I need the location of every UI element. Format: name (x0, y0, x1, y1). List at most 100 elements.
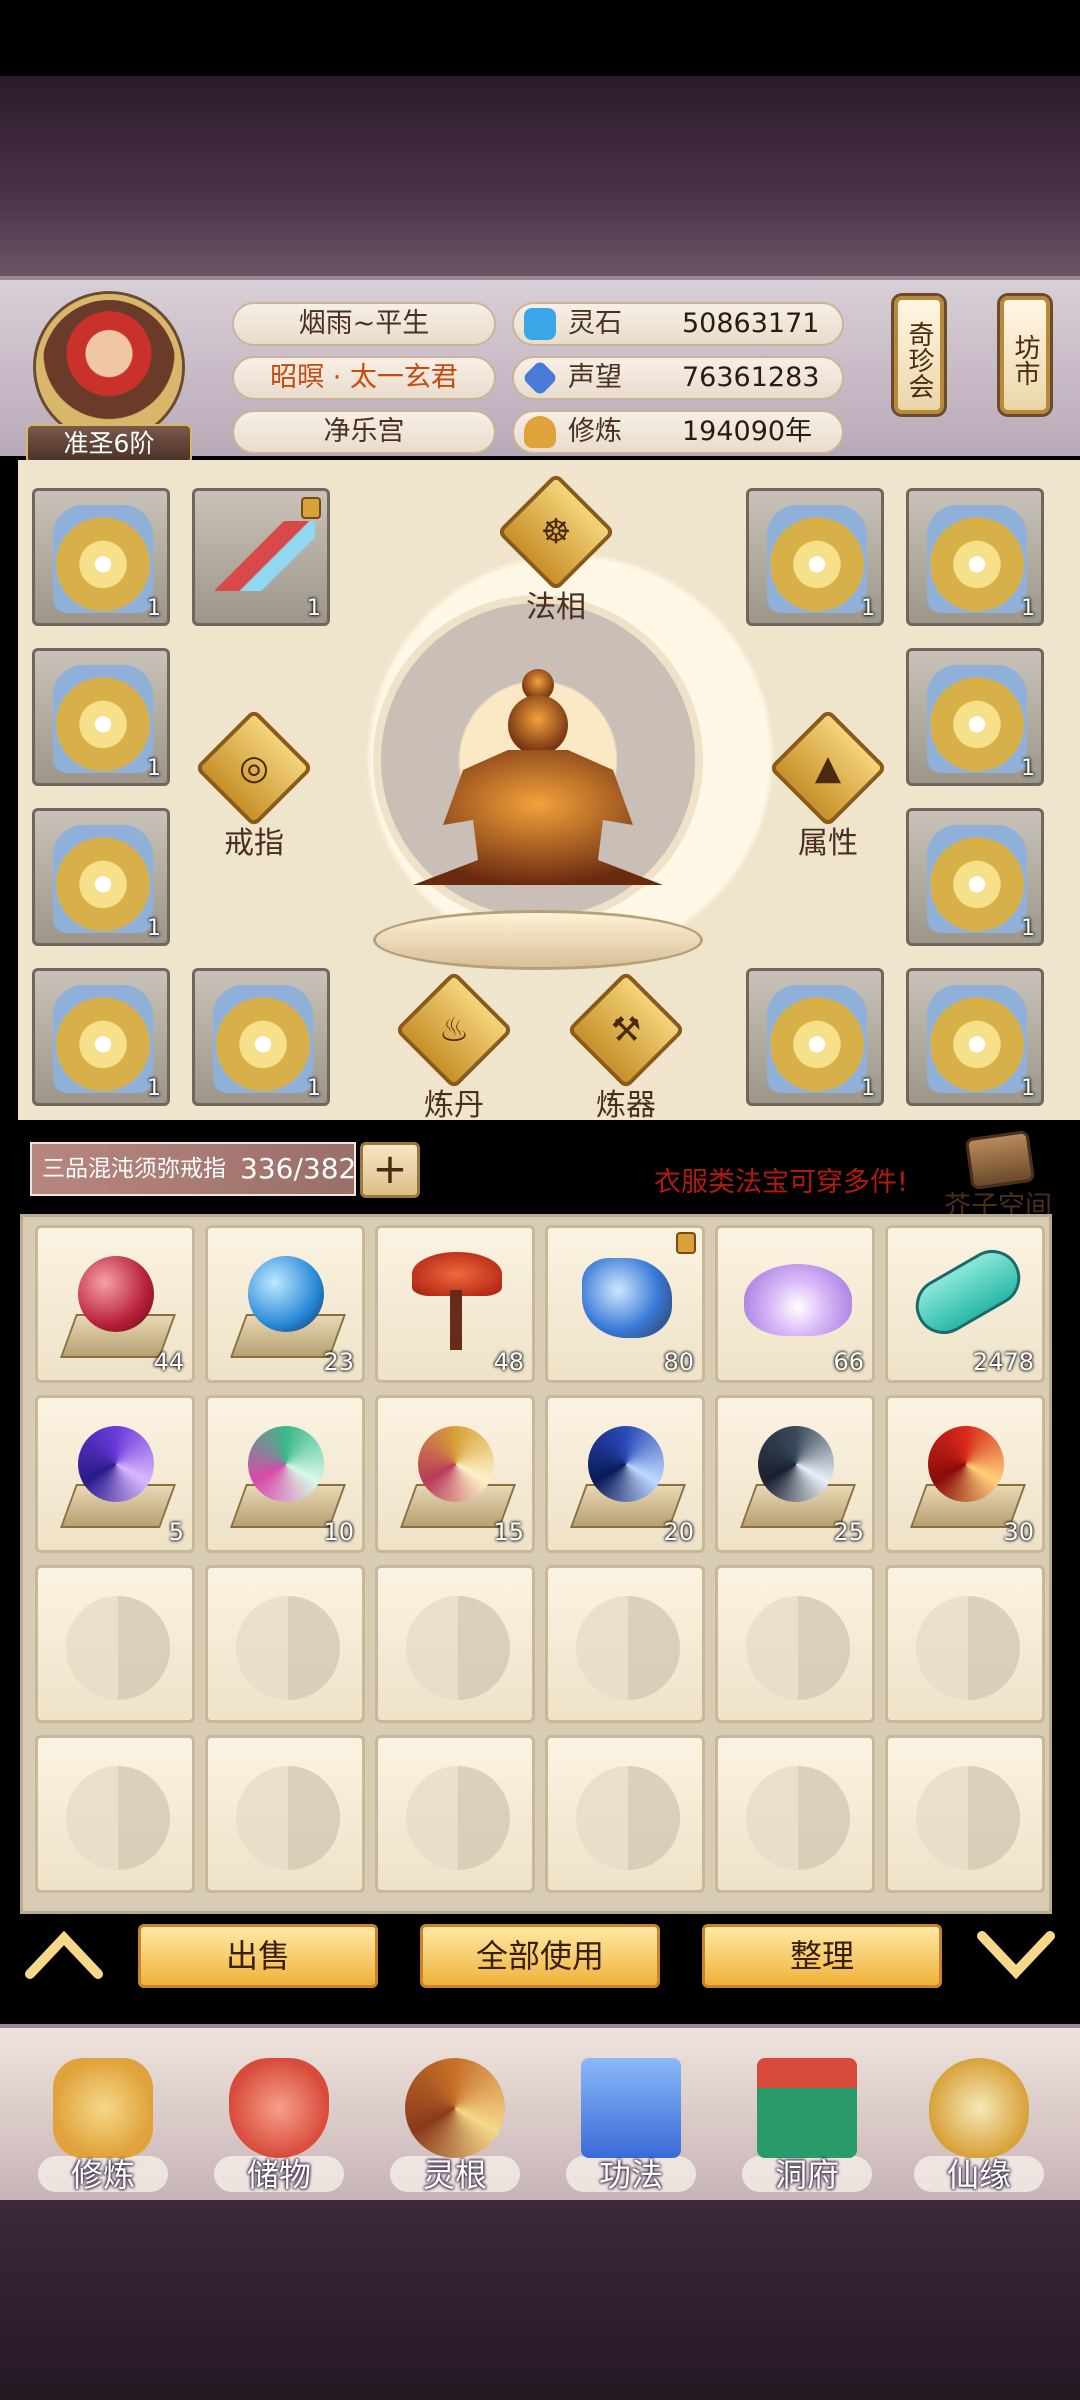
empty-slot[interactable] (715, 1735, 875, 1893)
equip-slot[interactable]: 1 (32, 968, 170, 1106)
empty-slot[interactable] (375, 1565, 535, 1723)
stat-label: 修炼 (568, 416, 622, 447)
inventory-slot[interactable]: 2478 (885, 1225, 1045, 1383)
golden-armor-icon (927, 665, 1027, 773)
empty-slot[interactable] (885, 1735, 1045, 1893)
lock-icon (301, 497, 321, 519)
inventory-slot[interactable]: 15 (375, 1395, 535, 1553)
item-quantity: 23 (323, 1348, 354, 1376)
meditation-icon: ☸ (540, 512, 572, 552)
item-quantity: 66 (833, 1348, 864, 1376)
faxiang-label: 法相 (526, 590, 586, 625)
cauldron-icon: ♨ (438, 1010, 470, 1050)
item-quantity: 1 (147, 916, 161, 941)
empty-slot[interactable] (375, 1735, 535, 1893)
ring-button[interactable]: ◎ 戒指 (194, 708, 314, 861)
item-quantity: 20 (663, 1518, 694, 1546)
item-quantity: 25 (833, 1518, 864, 1546)
equip-slot[interactable]: 1 (906, 648, 1044, 786)
player-title[interactable]: 昭暝 · 太一玄君 (232, 356, 496, 400)
equip-slot[interactable]: 1 (32, 488, 170, 626)
golden-armor-icon (53, 665, 153, 773)
empty-slot[interactable] (205, 1735, 365, 1893)
inventory-slot[interactable]: 44 (35, 1225, 195, 1383)
inventory-slot[interactable]: 20 (545, 1395, 705, 1553)
spirit-root-icon (405, 2058, 505, 2158)
anvil-icon: ⚒ (610, 1010, 642, 1050)
equip-slot[interactable]: 1 (32, 808, 170, 946)
empty-slot[interactable] (885, 1565, 1045, 1723)
scroll-up-arrow-icon[interactable] (24, 1928, 104, 1980)
equip-slot[interactable]: 1 (32, 648, 170, 786)
nav-cultivate[interactable]: 修炼 (18, 2028, 188, 2204)
nav-immortal-fate[interactable]: 仙缘 (894, 2028, 1064, 2204)
equip-slot[interactable]: 1 (746, 968, 884, 1106)
player-sect[interactable]: 净乐宫 (232, 410, 496, 454)
nav-storage[interactable]: 储物 (194, 2028, 364, 2204)
empty-slot[interactable] (205, 1565, 365, 1723)
yinyang-icon (406, 1766, 510, 1870)
nav-technique[interactable]: 功法 (546, 2028, 716, 2204)
organize-button[interactable]: 整理 (702, 1924, 942, 1988)
attributes-button[interactable]: ▲ 属性 (768, 708, 888, 861)
scroll-down-arrow-icon[interactable] (976, 1928, 1056, 1980)
empty-slot[interactable] (35, 1565, 195, 1723)
nav-label: 洞府 (774, 2156, 839, 2194)
treasure-fair-button[interactable]: 奇珍会 (894, 296, 944, 414)
equip-slot[interactable]: 1 (746, 488, 884, 626)
equip-slot[interactable]: 1 (192, 488, 330, 626)
status-bar (0, 0, 1080, 76)
reputation-crystal-icon (521, 359, 559, 397)
equip-slot[interactable]: 1 (906, 968, 1044, 1106)
golden-armor-icon (767, 985, 867, 1093)
inventory-slot[interactable]: 80 (545, 1225, 705, 1383)
equip-slot[interactable]: 1 (906, 488, 1044, 626)
empty-slot[interactable] (35, 1735, 195, 1893)
inventory-slot[interactable]: 5 (35, 1395, 195, 1553)
equip-slot[interactable]: 1 (906, 808, 1044, 946)
inventory-slot[interactable]: 66 (715, 1225, 875, 1383)
cave-abode-icon (757, 2058, 857, 2158)
equipment-panel: 1 1 1 1 1 1 1 1 1 1 1 1 ☸ 法相 ◎ 戒指 ▲ 属性 ♨… (18, 460, 1080, 1123)
ring-name: 三品混沌须弥戒指 (42, 1156, 226, 1182)
nav-label: 修炼 (70, 2156, 135, 2194)
market-button[interactable]: 坊市 (1000, 296, 1050, 414)
use-all-button[interactable]: 全部使用 (420, 1924, 660, 1988)
equip-slot[interactable]: 1 (192, 968, 330, 1106)
spirit-stone-stat: 灵石 50863171 (512, 302, 844, 346)
item-quantity: 30 (1003, 1518, 1034, 1546)
expand-capacity-button[interactable]: + (360, 1142, 420, 1198)
golden-armor-icon (927, 985, 1027, 1093)
item-quantity: 1 (147, 756, 161, 781)
empty-slot[interactable] (545, 1735, 705, 1893)
nav-cave-abode[interactable]: 洞府 (722, 2028, 892, 2204)
cultivate-icon (53, 2058, 153, 2158)
nav-spirit-root[interactable]: 灵根 (370, 2028, 540, 2204)
inventory-slot[interactable]: 10 (205, 1395, 365, 1553)
player-avatar[interactable]: 准圣6阶 (26, 294, 192, 464)
item-quantity: 1 (1021, 756, 1035, 781)
scene-background (0, 76, 1080, 276)
item-quantity: 1 (1021, 1076, 1035, 1101)
empty-slot[interactable] (715, 1565, 875, 1723)
inventory-slot[interactable]: 30 (885, 1395, 1045, 1553)
inventory-slot[interactable]: 23 (205, 1225, 365, 1383)
lock-icon (676, 1232, 696, 1254)
faxiang-button[interactable]: ☸ 法相 (496, 472, 616, 625)
inventory-slot[interactable]: 25 (715, 1395, 875, 1553)
yinyang-icon (576, 1766, 680, 1870)
item-quantity: 5 (168, 1518, 184, 1546)
inventory-grid: 44 23 48 80 66 2478 5 10 15 20 25 30 (20, 1214, 1052, 1914)
sell-button[interactable]: 出售 (138, 1924, 378, 1988)
storage-bag-icon (229, 2058, 329, 2158)
yinyang-icon (916, 1596, 1020, 1700)
forging-button[interactable]: ⚒ 炼器 (566, 970, 686, 1123)
purple-lotus-icon (744, 1264, 852, 1336)
alchemy-button[interactable]: ♨ 炼丹 (394, 970, 514, 1123)
avatar-portrait[interactable] (36, 294, 182, 440)
yinyang-icon (746, 1766, 850, 1870)
empty-slot[interactable] (545, 1565, 705, 1723)
item-quantity: 1 (307, 596, 321, 621)
forging-label: 炼器 (596, 1088, 656, 1123)
inventory-slot[interactable]: 48 (375, 1225, 535, 1383)
